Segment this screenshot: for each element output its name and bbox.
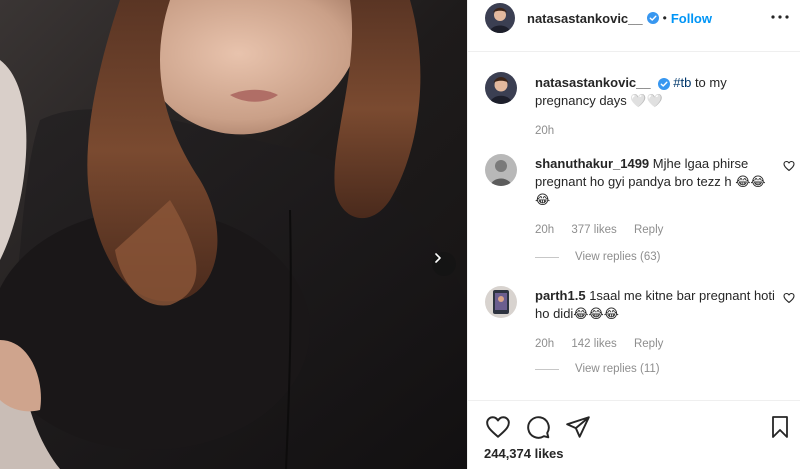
comment-text: shanuthakur_1499 Mjhe lgaa phirse pregna…	[535, 155, 775, 209]
avatar-image	[485, 72, 517, 104]
caption-username[interactable]: natasastankovic__	[535, 75, 651, 90]
comment-timestamp[interactable]: 20h	[535, 224, 554, 236]
post-photo	[0, 0, 467, 469]
more-options-icon	[771, 15, 789, 19]
reply-button[interactable]: Reply	[634, 224, 663, 236]
comment-likes[interactable]: 142 likes	[571, 338, 616, 350]
comment-text: parth1.5 1saal me kitne bar pregnant hot…	[535, 287, 775, 323]
verified-badge-icon	[646, 12, 659, 24]
commenter-avatar[interactable]	[485, 286, 517, 318]
comment-username[interactable]: shanuthakur_1499	[535, 156, 649, 171]
author-avatar[interactable]	[485, 3, 515, 33]
comment-username[interactable]: parth1.5	[535, 288, 586, 303]
more-options-button[interactable]	[769, 6, 791, 28]
follow-button[interactable]: Follow	[671, 11, 712, 26]
avatar-image	[485, 154, 517, 186]
next-media-button[interactable]	[432, 252, 456, 276]
avatar-image	[485, 3, 515, 33]
avatar-image	[485, 286, 517, 318]
post-header: natasastankovic__ • Follow	[468, 0, 800, 36]
view-replies-label: View replies (63)	[575, 251, 661, 263]
comment-likes[interactable]: 377 likes	[571, 224, 616, 236]
caption-hashtag[interactable]: #tb	[673, 75, 691, 90]
heart-icon[interactable]	[485, 414, 511, 440]
likes-count[interactable]: 244,374 likes	[484, 446, 564, 461]
comments-section: natasastankovic__ #tb to my pregnancy da…	[468, 52, 800, 392]
heart-icon[interactable]	[783, 292, 795, 304]
comment-timestamp[interactable]: 20h	[535, 338, 554, 350]
actions-divider	[468, 400, 800, 401]
view-replies-button[interactable]: View replies (63)	[535, 251, 660, 263]
chevron-right-icon	[435, 253, 441, 263]
view-replies-line	[535, 256, 559, 258]
header-separator: •	[662, 11, 667, 25]
commenter-avatar[interactable]	[485, 154, 517, 186]
bookmark-icon[interactable]	[768, 414, 792, 440]
author-username[interactable]: natasastankovic__	[527, 11, 643, 26]
comment-icon[interactable]	[525, 414, 551, 440]
action-bar	[484, 414, 790, 442]
comment-meta: 20h 142 likes Reply	[535, 335, 775, 353]
caption-text: natasastankovic__ #tb to my pregnancy da…	[535, 74, 775, 110]
post-side-panel: natasastankovic__ • Follow natasastankov…	[467, 0, 800, 469]
view-replies-label: View replies (11)	[575, 363, 660, 375]
heart-icon[interactable]	[783, 160, 795, 172]
reply-button[interactable]: Reply	[634, 338, 663, 350]
caption-avatar[interactable]	[485, 72, 517, 104]
caption-meta: 20h	[535, 122, 775, 140]
paper-plane-icon[interactable]	[565, 414, 591, 440]
view-replies-line	[535, 368, 559, 370]
comment-meta: 20h 377 likes Reply	[535, 221, 775, 239]
verified-badge-icon	[658, 77, 671, 90]
post-media[interactable]	[0, 0, 467, 469]
view-replies-button[interactable]: View replies (11)	[535, 363, 660, 375]
caption-timestamp[interactable]: 20h	[535, 125, 554, 137]
